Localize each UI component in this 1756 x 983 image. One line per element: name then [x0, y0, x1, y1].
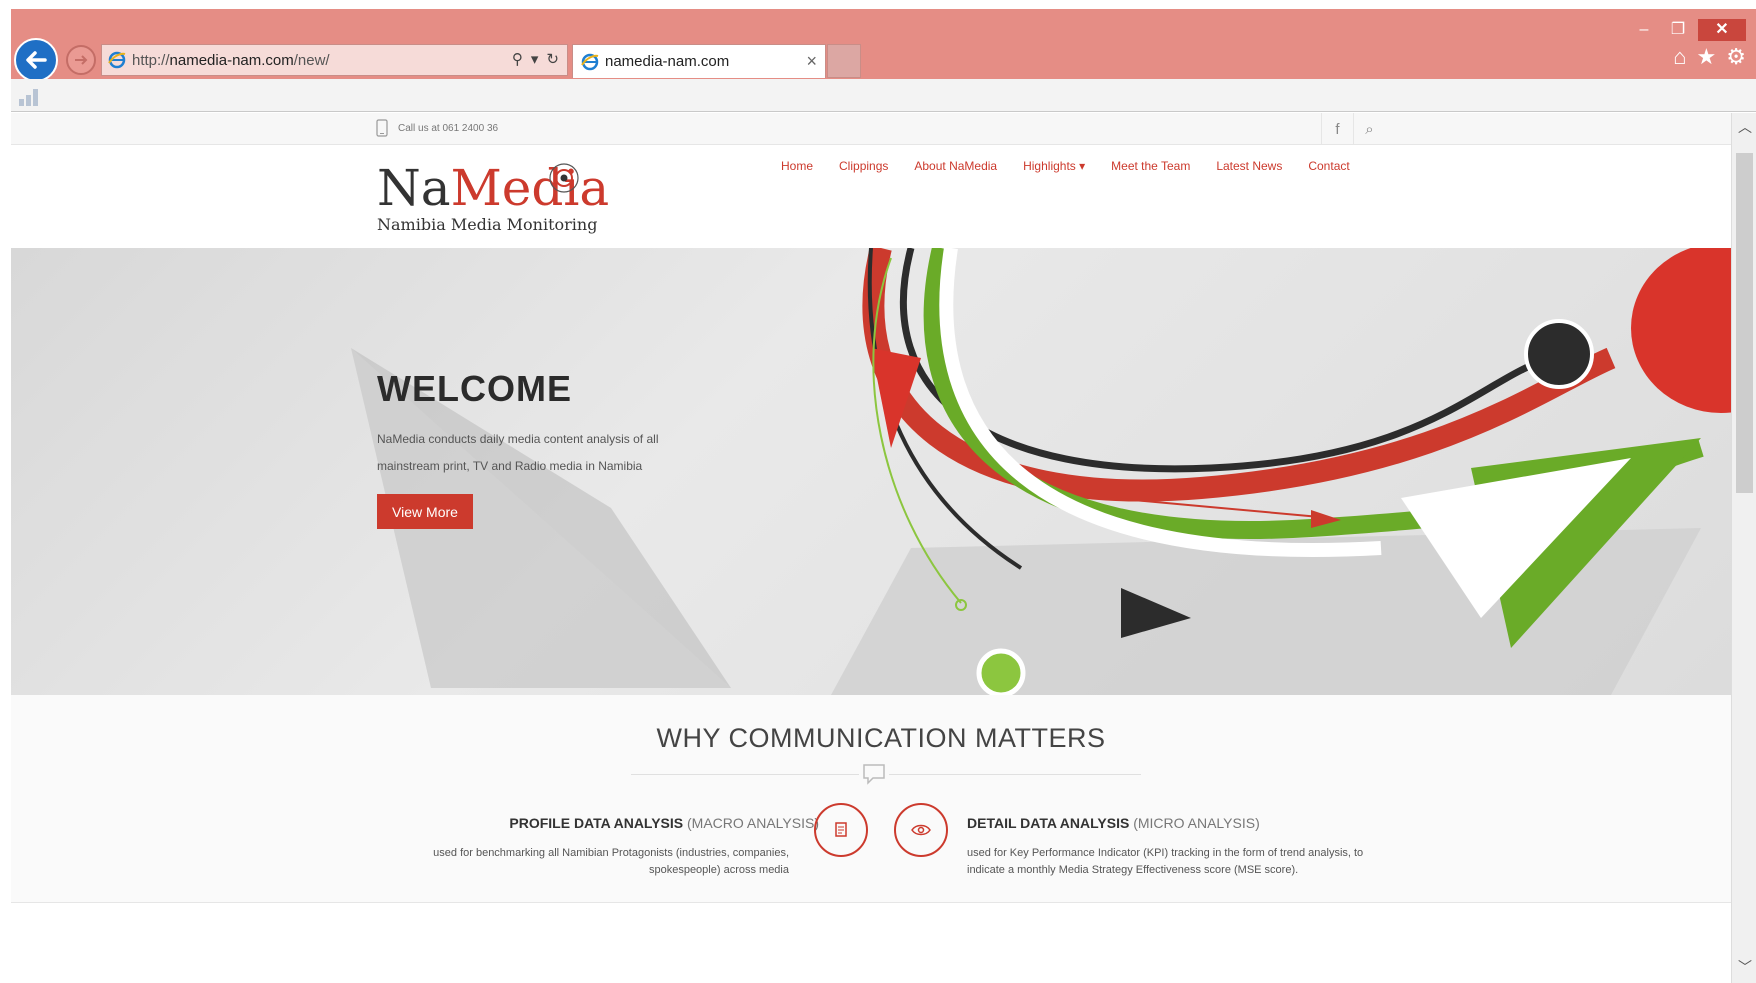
forward-button[interactable]	[66, 45, 96, 75]
nav-latest-news[interactable]: Latest News	[1216, 159, 1282, 173]
search-icon[interactable]: ⚲	[512, 50, 523, 68]
page-scrollbar[interactable]: ︿ ﹀	[1731, 113, 1756, 983]
view-more-button[interactable]: View More	[377, 494, 473, 529]
nav-home[interactable]: Home	[781, 159, 813, 173]
new-tab-button[interactable]	[827, 44, 861, 78]
page-viewport: Call us at 061 2400 36 f ⌕ NaMedia Namib…	[11, 113, 1731, 983]
restore-button[interactable]: ❐	[1662, 19, 1694, 41]
window-top-edge	[0, 0, 1756, 9]
command-bar	[11, 79, 1756, 112]
star-icon[interactable]: ★	[1697, 44, 1717, 70]
tab-title: namedia-nam.com	[605, 53, 730, 70]
window-left-edge	[0, 0, 11, 983]
site-topbar: Call us at 061 2400 36 f ⌕	[11, 113, 1731, 145]
profile-analysis-title: PROFILE DATA ANALYSIS (MACRO ANALYSIS)	[509, 815, 819, 831]
scroll-thumb[interactable]	[1736, 153, 1753, 493]
address-tools: ⚲ ▾ ↻	[512, 50, 559, 68]
browser-right-tools: ⌂ ★ ⚙	[1673, 44, 1746, 70]
dropdown-arrow-icon[interactable]: ▾	[531, 50, 539, 68]
signal-bars-icon	[19, 89, 38, 106]
nav-clippings[interactable]: Clippings	[839, 159, 888, 173]
namedia-logo[interactable]: NaMedia Namibia Media Monitoring	[377, 163, 609, 234]
tab-namedia[interactable]: namedia-nam.com ×	[572, 44, 826, 78]
tab-close-button[interactable]: ×	[806, 51, 817, 72]
back-arrow-icon	[26, 51, 47, 69]
nav-contact[interactable]: Contact	[1308, 159, 1349, 173]
social-links: f ⌕	[1321, 113, 1385, 145]
phone-text: Call us at 061 2400 36	[398, 122, 499, 134]
facebook-icon[interactable]: f	[1321, 113, 1353, 145]
hero-slider: WELCOME NaMedia conducts daily media con…	[11, 248, 1731, 695]
hero-description: NaMedia conducts daily media content ana…	[377, 432, 659, 473]
forward-arrow-icon	[75, 55, 88, 65]
profile-analysis-description: used for benchmarking all Namibian Prota…	[433, 847, 789, 876]
logo-target-icon	[549, 163, 579, 193]
address-bar[interactable]: http://namedia-nam.com/new/ ⚲ ▾ ↻	[101, 44, 568, 76]
nav-about[interactable]: About NaMedia	[914, 159, 997, 173]
refresh-icon[interactable]: ↻	[546, 50, 559, 68]
minimize-button[interactable]: ‒	[1628, 19, 1660, 41]
back-button[interactable]	[14, 38, 58, 82]
close-window-button[interactable]: ✕	[1698, 19, 1746, 41]
detail-analysis-title: DETAIL DATA ANALYSIS (MICRO ANALYSIS)	[967, 815, 1260, 831]
hero-artwork	[351, 248, 1731, 695]
home-icon[interactable]: ⌂	[1673, 44, 1686, 70]
why-section: WHY COMMUNICATION MATTERS PROFILE DATA A…	[11, 695, 1731, 903]
section-title: WHY COMMUNICATION MATTERS	[656, 723, 1106, 753]
nav-meet-the-team[interactable]: Meet the Team	[1111, 159, 1190, 173]
scroll-down-icon[interactable]: ﹀	[1738, 957, 1752, 977]
detail-analysis-description: used for Key Performance Indicator (KPI)…	[967, 847, 1364, 876]
phone-info: Call us at 061 2400 36	[376, 119, 498, 137]
speech-bubble-icon	[859, 759, 889, 789]
nav-highlights[interactable]: Highlights ▾	[1023, 159, 1085, 173]
document-icon	[814, 803, 868, 857]
hero-title: WELCOME	[377, 368, 572, 409]
main-nav: Home Clippings About NaMedia Highlights …	[781, 159, 1350, 173]
phone-icon	[376, 119, 388, 137]
site-search-icon[interactable]: ⌕	[1353, 113, 1385, 145]
scroll-up-icon[interactable]: ︿	[1738, 117, 1752, 137]
address-url: http://namedia-nam.com/new/	[132, 51, 330, 69]
site-header: NaMedia Namibia Media Monitoring Home Cl…	[11, 145, 1731, 248]
logo-tagline: Namibia Media Monitoring	[377, 215, 598, 234]
gear-icon[interactable]: ⚙	[1726, 44, 1746, 70]
browser-window: ‒ ❐ ✕ http://namedia-nam.com/new/ ⚲ ▾ ↻	[0, 0, 1756, 983]
ie-page-icon	[108, 51, 126, 69]
ie-tab-icon	[581, 53, 599, 70]
eye-icon	[894, 803, 948, 857]
